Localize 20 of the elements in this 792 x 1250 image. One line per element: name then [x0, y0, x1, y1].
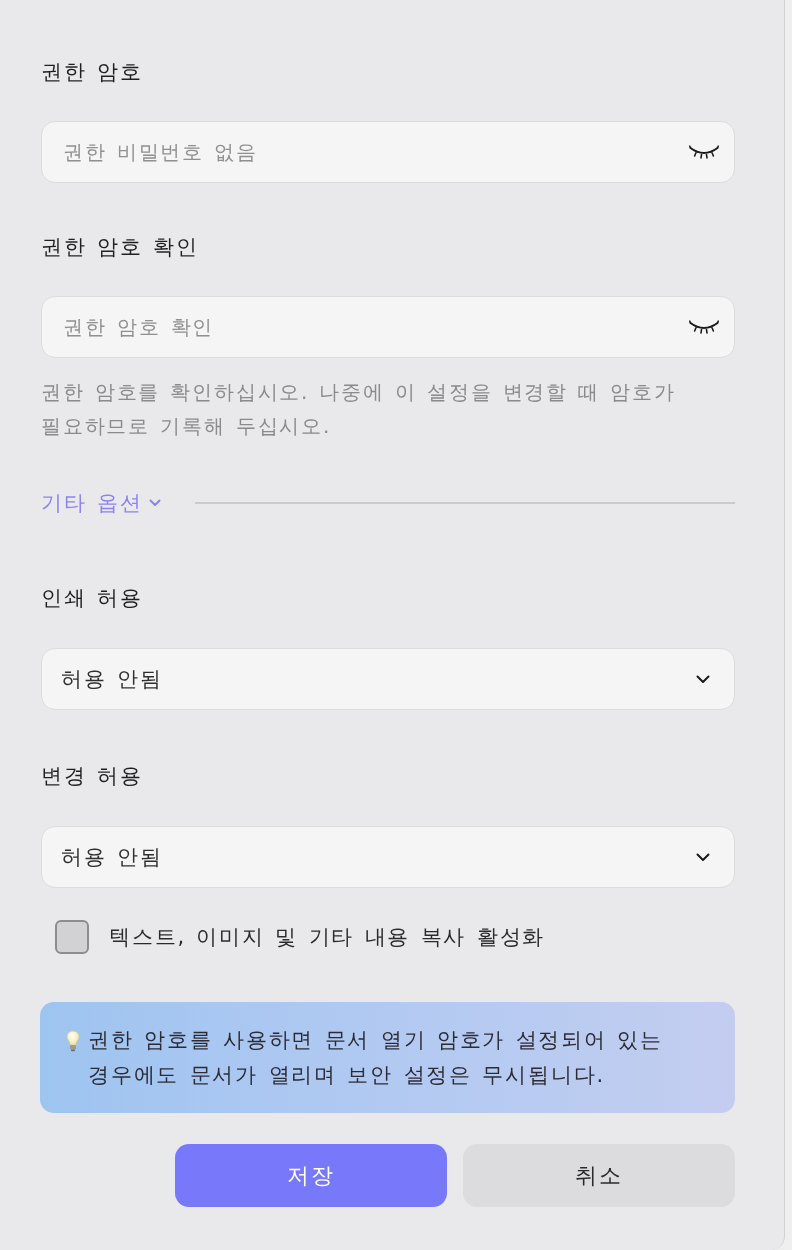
chevron-down-icon	[148, 499, 161, 507]
field-label: 권한 암호 확인	[41, 234, 199, 261]
password-field[interactable]: 권한 비밀번호 없음	[41, 121, 735, 183]
dropdown-field[interactable]: 허용 안됨	[41, 826, 735, 888]
chevron-down-icon	[696, 852, 710, 862]
cancel-button[interactable]: 취소	[463, 1144, 735, 1207]
password-field[interactable]: 권한 암호 확인	[41, 296, 735, 358]
checkbox-label[interactable]: 텍스트, 이미지 및 기타 내용 복사 활성화	[109, 923, 546, 951]
checkbox[interactable]	[55, 920, 89, 954]
field-label: 권한 암호	[41, 59, 143, 86]
info-text: 권한 암호를 사용하면 문서 열기 암호가 설정되어 있는 경우에도 문서가 열리며 보안 설정은 무시됩니다.	[88, 1027, 664, 1089]
field-label: 인쇄 허용	[41, 585, 143, 612]
light-bulb-icon	[66, 1030, 80, 1052]
field-label: 변경 허용	[41, 763, 143, 790]
closed-eye-icon[interactable]	[689, 320, 719, 334]
hint-text: 권한 암호를 확인하십시오. 나중에 이 설정을 변경할 때 암호가 필요하므로 기록해 두십시오.	[41, 379, 677, 440]
closed-eye-icon[interactable]	[689, 145, 719, 159]
chevron-down-icon	[696, 674, 710, 684]
dropdown-field[interactable]: 허용 안됨	[41, 648, 735, 710]
save-button[interactable]: 저장	[175, 1144, 447, 1207]
